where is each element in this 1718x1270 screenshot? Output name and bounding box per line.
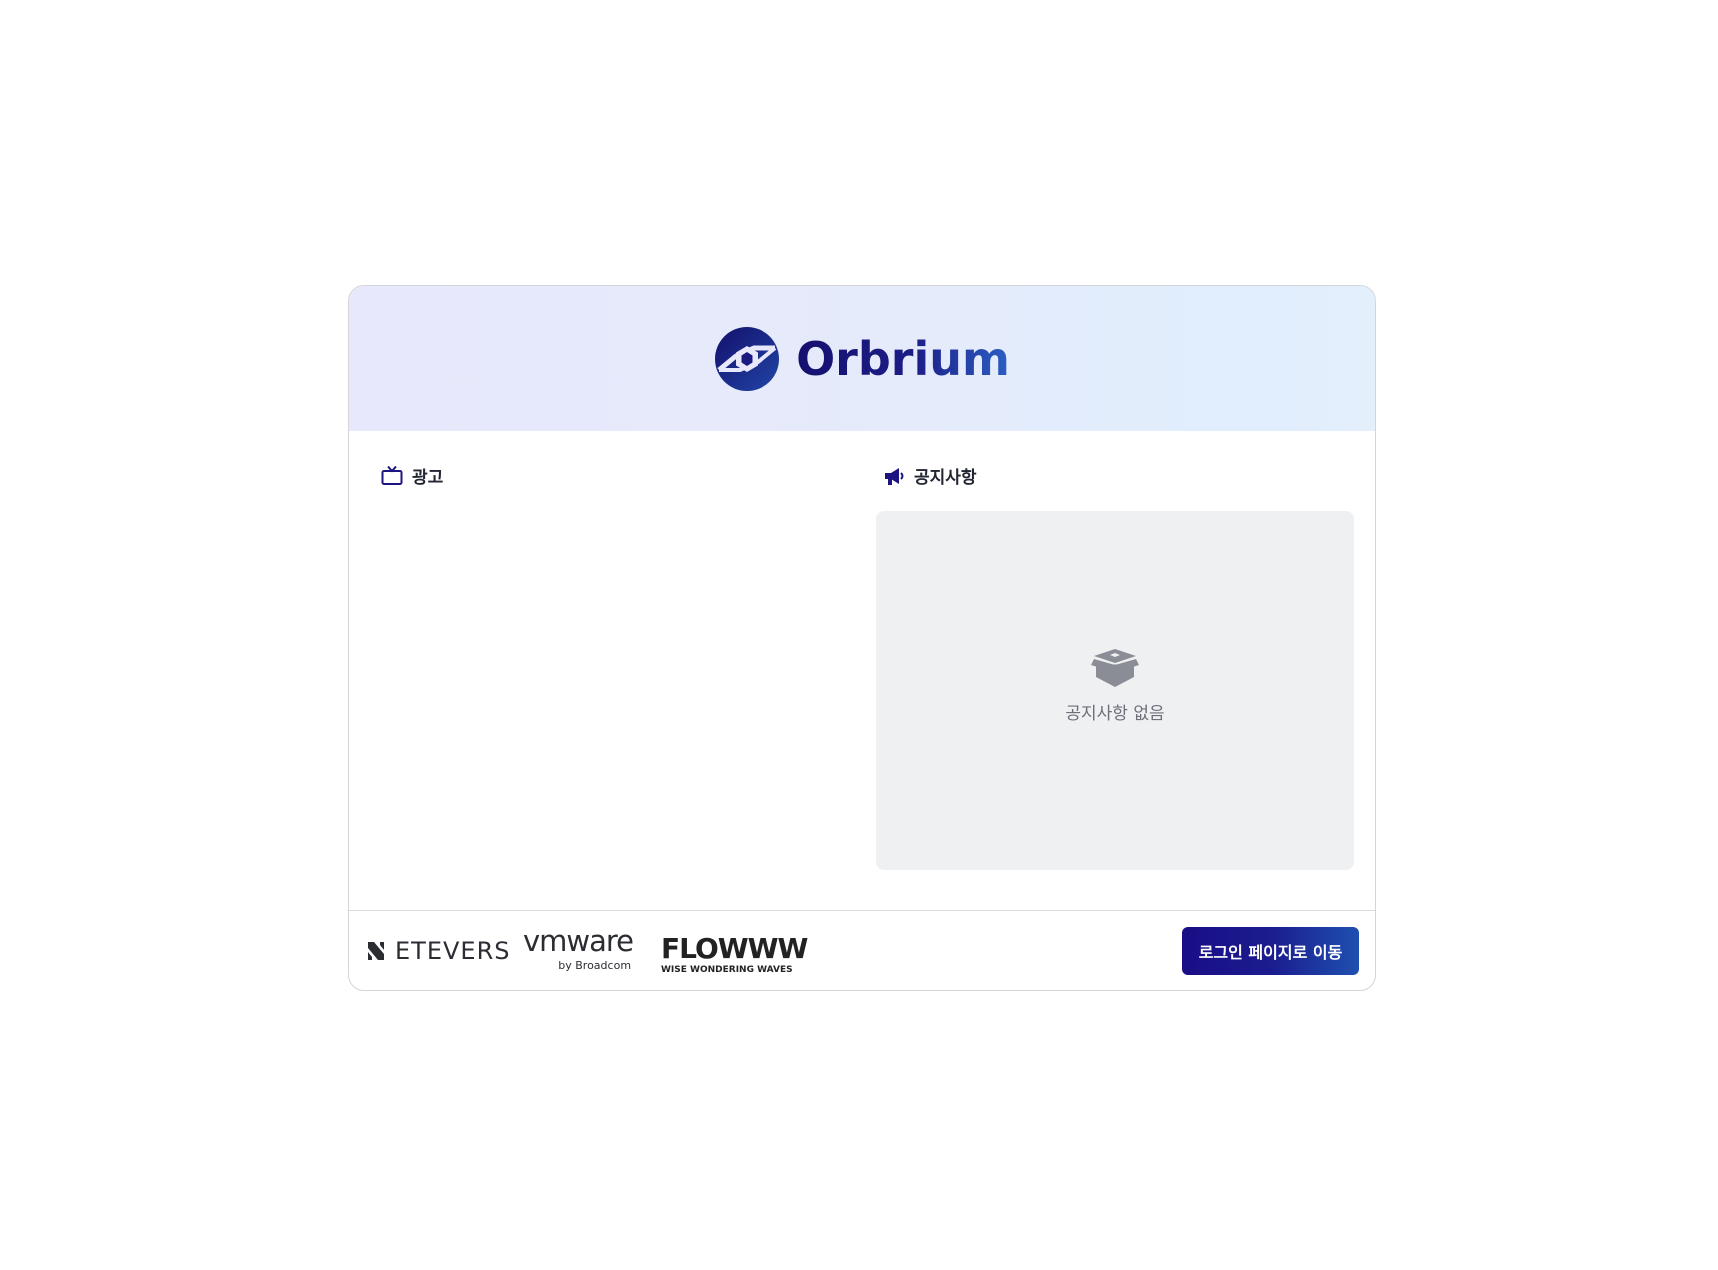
orbrium-logo-icon xyxy=(715,326,780,391)
notice-section-label: 공지사항 xyxy=(914,468,977,488)
vmware-sub: by Broadcom xyxy=(558,959,632,972)
flowww-logo: FLOWWW WISE WONDERING WAVES xyxy=(661,932,808,976)
open-box-icon xyxy=(1091,649,1139,687)
etevers-logo: ETEVERS xyxy=(365,937,510,965)
go-to-login-button[interactable]: 로그인 페이지로 이동 xyxy=(1182,927,1359,975)
ad-section-title: 광고 xyxy=(381,463,443,488)
empty-notice-text: 공지사항 없음 xyxy=(1065,704,1165,724)
flowww-sub: WISE WONDERING WAVES xyxy=(661,965,793,975)
megaphone-icon xyxy=(885,467,904,485)
brand-name: Orbrium xyxy=(796,331,1010,386)
etevers-name: ETEVERS xyxy=(395,937,511,965)
vmware-logo: vmware by Broadcom xyxy=(523,924,634,973)
ad-section-label: 광고 xyxy=(412,468,444,488)
vmware-name: vmware xyxy=(523,924,634,958)
ad-content-area xyxy=(373,511,849,869)
notice-section-title: 공지사항 xyxy=(883,463,977,488)
footer: ETEVERS vmware by Broadcom FLOWWW WISE W… xyxy=(349,911,1375,990)
tv-icon xyxy=(381,465,403,485)
notice-list: 공지사항 없음 xyxy=(876,511,1354,870)
main-card: Orbrium 광고 공지사항 공지사항 없음 ETEVERS vmware b… xyxy=(348,285,1376,991)
flowww-name: FLOWWW xyxy=(661,932,808,965)
header-banner: Orbrium xyxy=(349,286,1375,431)
etevers-mark-icon xyxy=(368,942,384,960)
brand-logo: Orbrium xyxy=(714,326,1010,392)
